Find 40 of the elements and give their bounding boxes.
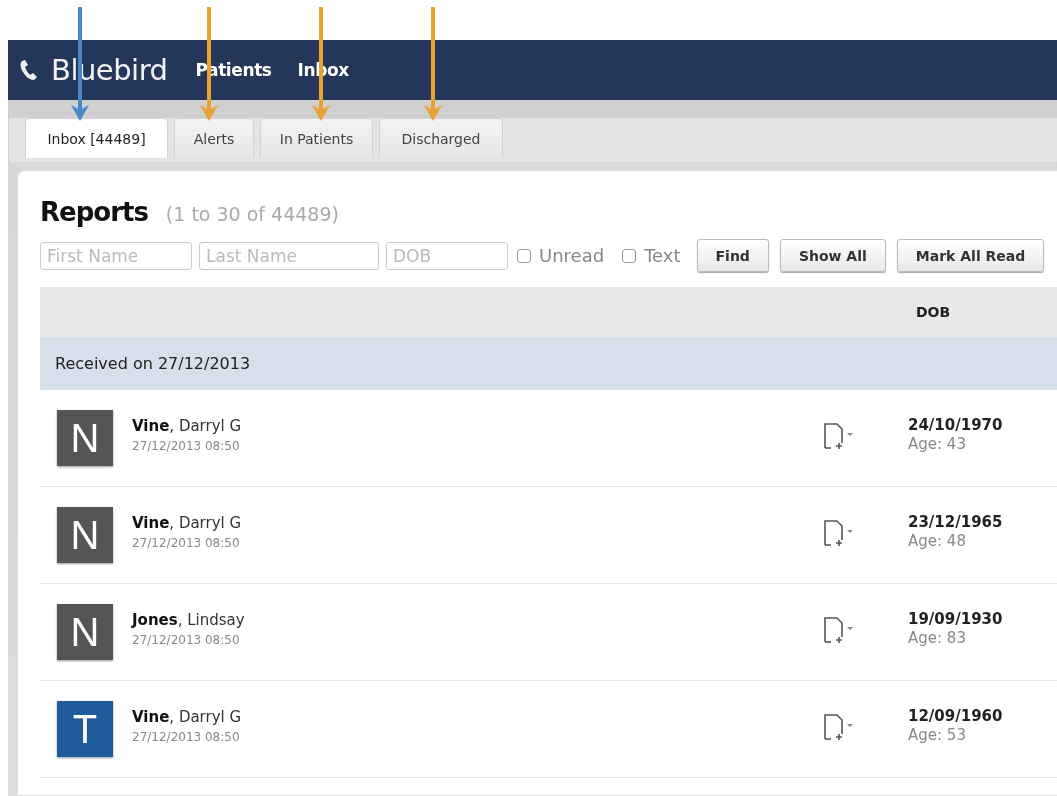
checkbox-label: Unread: [539, 245, 605, 266]
patient-age: Age: 83: [908, 628, 967, 647]
birth-date: 12/09/1960: [908, 706, 1003, 725]
group-header: Received on 27/12/2013: [40, 337, 1057, 390]
avatar: N: [57, 604, 113, 660]
phone-icon: [19, 59, 39, 81]
received-time: 27/12/2013 08:50: [132, 730, 241, 744]
received-time: 27/12/2013 08:50: [132, 633, 241, 647]
page-title: Reports: [40, 197, 148, 227]
avatar: N: [57, 410, 113, 466]
tab[interactable]: In Patients: [260, 118, 373, 158]
checkbox-label: Text: [644, 245, 681, 266]
patient-age: Age: 43: [908, 434, 967, 453]
checkbox[interactable]: [517, 248, 531, 263]
avatar: T: [57, 701, 113, 757]
result-count: (1 to 30 of 44489): [165, 203, 339, 225]
received-time: 27/12/2013 08:50: [132, 536, 241, 550]
checkbox[interactable]: [622, 248, 637, 263]
tab[interactable]: Inbox [44489]: [25, 118, 168, 158]
birth-date: 24/10/1970: [908, 415, 1003, 434]
search-field[interactable]: Last Name: [199, 241, 379, 270]
avatar: N: [57, 507, 113, 563]
tab[interactable]: Alerts: [174, 118, 254, 158]
patient-age: Age: 53: [908, 725, 967, 744]
received-time: 27/12/2013 08:50: [132, 439, 241, 453]
search-field[interactable]: First Name: [40, 241, 192, 270]
action-button[interactable]: Show All: [779, 239, 886, 272]
patient-name[interactable]: Vine, Darryl G: [132, 417, 822, 435]
patient-name[interactable]: Vine, Darryl G: [132, 514, 822, 532]
birth-date: 19/09/1930: [908, 609, 1003, 628]
tab[interactable]: Discharged: [379, 118, 503, 158]
patient-name[interactable]: Vine, Darryl G: [132, 708, 822, 726]
search-field[interactable]: DOB: [386, 241, 508, 270]
patient-name[interactable]: Jones, Lindsay: [132, 611, 822, 629]
patient-age: Age: 48: [908, 531, 967, 550]
app-logo[interactable]: Bluebird: [51, 53, 168, 87]
action-button[interactable]: Mark All Read: [896, 239, 1045, 272]
column-header: DOB: [916, 304, 951, 320]
action-button[interactable]: Find: [696, 239, 769, 272]
birth-date: 23/12/1965: [908, 512, 1003, 531]
